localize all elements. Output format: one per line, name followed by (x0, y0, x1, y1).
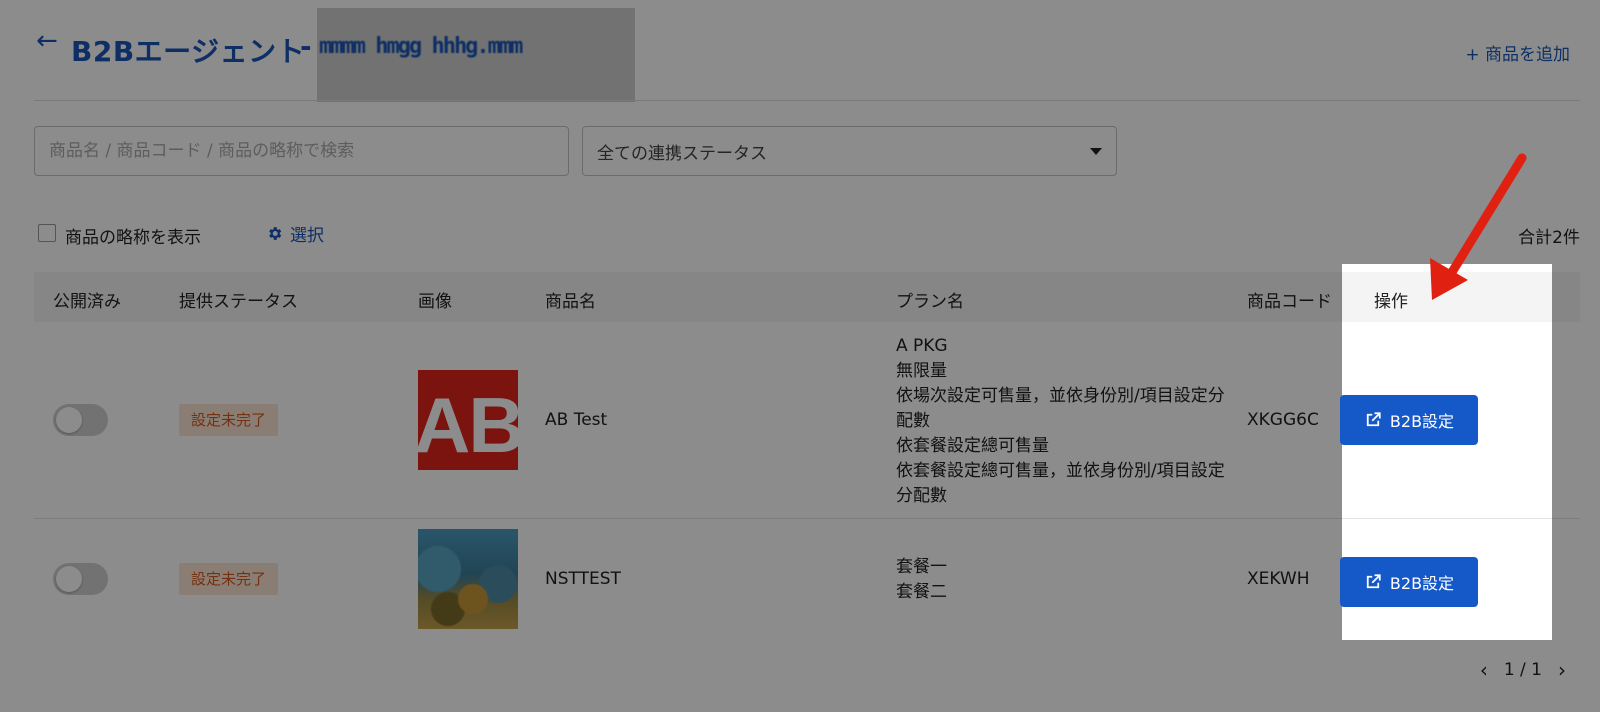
title-separator: - (300, 30, 312, 63)
column-header-published: 公開済み (53, 292, 121, 312)
plan-item: 無限量 (896, 361, 947, 381)
abbrev-checkbox-label: 商品の略称を表示 (65, 228, 201, 248)
status-select-value: 全ての連携ステータス (597, 143, 767, 164)
plan-item: 依場次設定可售量，並依身份別/項目設定分配數 (896, 386, 1225, 431)
external-link-icon (1366, 412, 1381, 427)
plan-list: 套餐一 套餐二 (896, 555, 1226, 605)
plan-item: 依套餐設定總可售量 (896, 436, 1049, 456)
column-header-image: 画像 (418, 292, 452, 312)
caret-down-icon (1090, 147, 1102, 155)
b2b-settings-button[interactable]: B2B設定 (1340, 395, 1478, 445)
agent-account-redacted: mmmm hmgg hhhg.mmm (319, 34, 523, 59)
status-badge: 設定未完了 (179, 404, 279, 436)
column-header-action: 操作 (1374, 292, 1408, 312)
status-badge: 設定未完了 (179, 563, 279, 595)
product-name[interactable]: NSTTEST (545, 569, 621, 589)
b2b-settings-button[interactable]: B2B設定 (1340, 557, 1478, 607)
add-product-link[interactable]: + 商品を追加 (1465, 40, 1570, 65)
select-columns-label: 選択 (290, 226, 324, 246)
product-image-ab-test: AB (418, 370, 518, 470)
plan-item: 套餐二 (896, 582, 947, 602)
column-header-plan: プラン名 (896, 292, 964, 312)
page-title: B2Bエージェント (71, 35, 306, 68)
b2b-settings-label: B2B設定 (1389, 574, 1455, 593)
row-divider (1342, 518, 1552, 519)
external-link-icon (1366, 574, 1381, 589)
published-toggle[interactable] (53, 404, 108, 436)
page-indicator: 1 / 1 (1503, 660, 1542, 680)
abbrev-checkbox[interactable] (38, 224, 56, 242)
back-arrow-icon[interactable]: ← (36, 28, 58, 54)
product-name[interactable]: AB Test (545, 410, 607, 430)
pagination: ‹ 1 / 1 › (1480, 658, 1566, 682)
gear-icon (269, 227, 282, 240)
b2b-settings-label: B2B設定 (1389, 412, 1455, 431)
column-header-code: 商品コード (1247, 292, 1332, 312)
column-header-status: 提供ステータス (179, 292, 298, 312)
header-divider (34, 100, 1580, 101)
ab-logo-text: AB (418, 381, 518, 469)
plan-list: A PKG 無限量 依場次設定可售量，並依身份別/項目設定分配數 依套餐設定總可… (896, 334, 1226, 509)
page-root: ← B2Bエージェント - mmmm hmgg hhhg.mmm + 商品を追加… (0, 0, 1600, 712)
chevron-right-icon[interactable]: › (1558, 658, 1566, 682)
search-input[interactable] (34, 126, 569, 176)
column-header-name: 商品名 (545, 292, 596, 312)
select-columns-button[interactable]: 選択 (266, 221, 324, 246)
status-select[interactable]: 全ての連携ステータス (582, 126, 1117, 176)
plan-item: 依套餐設定總可售量，並依身份別/項目設定分配數 (896, 461, 1225, 506)
published-toggle[interactable] (53, 563, 108, 595)
product-code: XKGG6C (1247, 410, 1319, 430)
chevron-left-icon[interactable]: ‹ (1480, 658, 1488, 682)
plan-item: A PKG (896, 336, 948, 356)
product-code: XEKWH (1247, 569, 1310, 589)
product-image-coral-reef (418, 529, 518, 629)
plan-item: 套餐一 (896, 557, 947, 577)
annotation-arrow-icon (1430, 153, 1527, 300)
